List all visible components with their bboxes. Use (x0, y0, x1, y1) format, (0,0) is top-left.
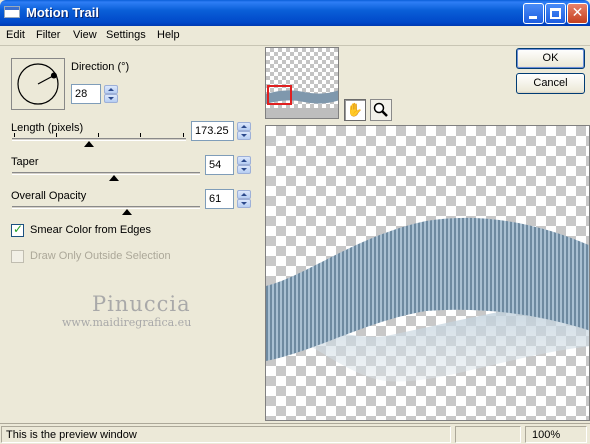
length-slider-tick (183, 133, 184, 137)
minimize-icon (529, 16, 537, 19)
navigator-viewport-box[interactable] (267, 85, 292, 105)
taper-up-arrow-icon[interactable] (237, 156, 251, 165)
opacity-input[interactable]: 61 (205, 189, 234, 209)
taper-down-arrow-icon[interactable] (237, 165, 251, 174)
status-blank-panel (455, 426, 521, 443)
smear-color-checkbox[interactable]: ✓ (11, 222, 24, 237)
ok-button[interactable]: OK (516, 48, 585, 69)
opacity-down-arrow-icon[interactable] (237, 199, 251, 208)
length-label: Length (pixels) (11, 122, 84, 134)
direction-up-arrow-icon[interactable] (104, 85, 118, 94)
direction-spinner[interactable] (104, 85, 118, 103)
length-slider-tick (56, 133, 57, 137)
direction-dial[interactable] (11, 58, 65, 110)
opacity-label: Overall Opacity (11, 190, 87, 202)
minimize-button[interactable] (523, 3, 544, 24)
taper-spinner[interactable] (237, 156, 251, 174)
navigator-trail-image (266, 90, 338, 118)
magnifier-icon (373, 102, 388, 117)
close-button[interactable]: ✕ (567, 3, 588, 24)
pan-tool-button[interactable]: ✋ (344, 99, 366, 121)
taper-label: Taper (11, 156, 39, 168)
maximize-button[interactable] (545, 3, 566, 24)
checkmark-icon: ✓ (13, 222, 24, 236)
opacity-slider-thumb[interactable] (121, 209, 132, 215)
status-bar: This is the preview window 100% (0, 423, 590, 444)
cancel-button[interactable]: Cancel (516, 73, 585, 94)
navigator-thumbnail[interactable] (265, 47, 339, 119)
zoom-tool-button[interactable] (370, 99, 392, 121)
direction-down-arrow-icon[interactable] (104, 94, 118, 103)
status-message: This is the preview window (1, 426, 451, 443)
dial-icon (17, 63, 59, 105)
opacity-spinner[interactable] (237, 190, 251, 208)
outside-selection-checkbox (11, 250, 24, 263)
menu-settings[interactable]: Settings (106, 29, 146, 41)
app-icon (4, 6, 20, 18)
outside-selection-label: Draw Only Outside Selection (30, 250, 171, 262)
watermark-name: Pinuccia (92, 292, 191, 316)
length-slider-thumb[interactable] (83, 141, 94, 147)
menu-bar: Edit Filter View Settings Help (0, 26, 590, 46)
direction-label: Direction (°) (71, 61, 130, 73)
preview-window[interactable] (265, 125, 590, 421)
window-title: Motion Trail (26, 5, 99, 20)
smear-color-label: Smear Color from Edges (30, 224, 152, 236)
length-slider-track[interactable] (12, 138, 186, 141)
taper-slider-track[interactable] (12, 172, 200, 175)
menu-filter[interactable]: Filter (36, 29, 60, 41)
length-spinner[interactable] (237, 122, 251, 140)
preview-trail-image (266, 217, 589, 382)
watermark-url: www.maidiregrafica.eu (62, 316, 192, 329)
length-down-arrow-icon[interactable] (237, 131, 251, 140)
menu-edit[interactable]: Edit (6, 29, 25, 41)
title-bar: Motion Trail ✕ (0, 0, 590, 26)
opacity-up-arrow-icon[interactable] (237, 190, 251, 199)
hand-icon: ✋ (346, 102, 364, 117)
length-slider-tick (98, 133, 99, 137)
direction-input[interactable]: 28 (71, 84, 101, 104)
length-input[interactable]: 173.25 (191, 121, 234, 141)
length-slider-tick (140, 133, 141, 137)
opacity-slider-track[interactable] (12, 206, 200, 209)
length-slider-tick (14, 133, 15, 137)
maximize-icon (550, 8, 561, 19)
menu-view[interactable]: View (73, 29, 97, 41)
menu-help[interactable]: Help (157, 29, 180, 41)
taper-slider-thumb[interactable] (108, 175, 119, 181)
status-zoom: 100% (525, 426, 587, 443)
taper-input[interactable]: 54 (205, 155, 234, 175)
close-icon: ✕ (571, 5, 584, 21)
length-up-arrow-icon[interactable] (237, 122, 251, 131)
